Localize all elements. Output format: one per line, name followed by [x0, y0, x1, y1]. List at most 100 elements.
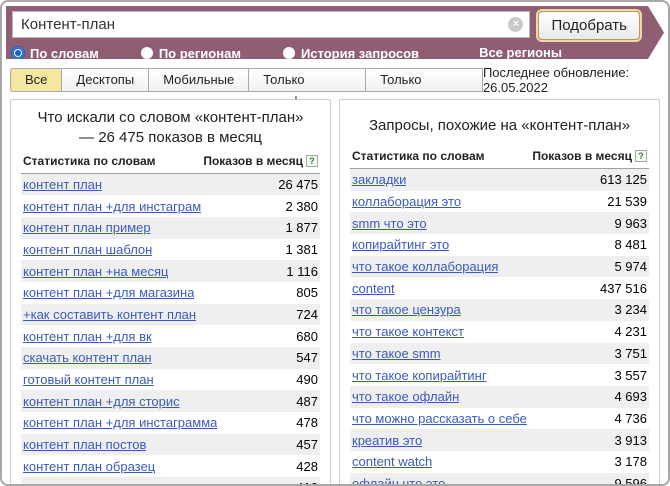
query-link[interactable]: контент план +для инстаграм: [23, 199, 201, 214]
query-link[interactable]: контент план +для магазина: [23, 285, 194, 300]
query-link[interactable]: закладки: [352, 172, 406, 187]
query-link[interactable]: скачать контент план: [23, 350, 152, 365]
impressions-value: 3 751: [606, 346, 647, 361]
impressions-value: 457: [288, 437, 318, 452]
search-input[interactable]: [12, 11, 530, 38]
query-link[interactable]: что такое цензура: [352, 302, 461, 317]
radio-selected-icon: [12, 47, 24, 59]
impressions-value: 5 974: [606, 259, 647, 274]
query-link[interactable]: smm что это: [352, 216, 427, 231]
table-row: smm что это 9 963: [350, 212, 649, 234]
query-link[interactable]: коллаборация это: [352, 194, 461, 209]
mode-by-regions[interactable]: По регионам: [141, 46, 241, 61]
search-input-wrap: ×: [12, 11, 530, 40]
impressions-value: 428: [288, 459, 318, 474]
query-link[interactable]: контент план пример: [23, 220, 151, 235]
device-tabs: Все Десктопы Мобильные Только телефоны Т…: [10, 67, 660, 92]
query-link[interactable]: контент план +для вк: [23, 329, 152, 344]
table-row: контент план шаблон 1 381: [21, 239, 320, 261]
impressions-value: 8 481: [606, 237, 647, 252]
impressions-value: 3 234: [606, 302, 647, 317]
table-row: контент план образец 428: [21, 455, 320, 477]
query-link[interactable]: контент план постов: [23, 437, 146, 452]
query-link[interactable]: что такое коллаборация: [352, 259, 498, 274]
help-icon[interactable]: ?: [306, 155, 318, 167]
right-column-headers: Статистика по словам Показов в месяц ?: [350, 146, 649, 169]
query-link[interactable]: офлайн что это: [352, 476, 445, 486]
table-row: контент план +для инстаграмма 478: [21, 412, 320, 434]
table-row: что такое коллаборация 5 974: [350, 256, 649, 278]
query-link[interactable]: готовый контент план: [23, 372, 154, 387]
impressions-value: 3 557: [606, 368, 647, 383]
mode-by-words[interactable]: По словам: [12, 46, 99, 61]
impressions-value: 805: [288, 285, 318, 300]
table-row: контент план салона 410: [21, 477, 320, 486]
impressions-value: 478: [288, 415, 318, 430]
col-impressions-header: Показов в месяц: [532, 149, 632, 163]
query-link[interactable]: content watch: [352, 454, 432, 469]
query-link[interactable]: контент план: [23, 177, 102, 192]
table-row: что такое контекст 4 231: [350, 321, 649, 343]
table-row: content 437 516: [350, 277, 649, 299]
impressions-value: 724: [288, 307, 318, 322]
table-row: контент план +для инстаграм 2 380: [21, 195, 320, 217]
tab-phones-only[interactable]: Только телефоны: [248, 68, 366, 92]
col-query-header: Статистика по словам: [352, 149, 485, 163]
left-table: контент план 26 475 контент план +для ин…: [21, 174, 320, 486]
last-update-label: Последнее обновление: 26.05.2022: [483, 65, 660, 95]
query-link[interactable]: контент план +для сторис: [23, 394, 180, 409]
impressions-value: 613 125: [592, 172, 647, 187]
table-row: копирайтинг это 8 481: [350, 234, 649, 256]
tab-all[interactable]: Все: [10, 68, 62, 92]
impressions-value: 2 380: [277, 199, 318, 214]
table-row: закладки 613 125: [350, 169, 649, 191]
tab-mobile[interactable]: Мобильные: [148, 68, 249, 92]
mode-label: По регионам: [159, 46, 241, 61]
impressions-value: 547: [288, 350, 318, 365]
tab-tablets-only[interactable]: Только планшеты: [365, 68, 483, 92]
impressions-value: 9 596: [606, 476, 647, 486]
query-link[interactable]: креатив это: [352, 433, 422, 448]
query-link[interactable]: что можно рассказать о себе: [352, 411, 527, 426]
table-row: контент план +для сторис 487: [21, 390, 320, 412]
table-row: контент план 26 475: [21, 174, 320, 196]
right-panel-title: Запросы, похожие на «контент-план»: [350, 106, 649, 146]
right-table: закладки 613 125 коллаборация это 21 539…: [350, 169, 649, 486]
mode-query-history[interactable]: История запросов: [283, 46, 419, 61]
impressions-value: 487: [288, 394, 318, 409]
help-icon[interactable]: ?: [635, 150, 647, 162]
query-link[interactable]: контент план шаблон: [23, 242, 152, 257]
query-link[interactable]: content: [352, 281, 395, 296]
submit-button[interactable]: Подобрать: [538, 11, 640, 40]
table-row: что такое офлайн 4 693: [350, 386, 649, 408]
left-panel-title: Что искали со словом «контент-план» — 26…: [21, 106, 320, 151]
table-row: готовый контент план 490: [21, 369, 320, 391]
query-link[interactable]: что такое офлайн: [352, 389, 459, 404]
query-link[interactable]: что такое smm: [352, 346, 441, 361]
table-row: коллаборация это 21 539: [350, 191, 649, 213]
table-row: контент план постов 457: [21, 434, 320, 456]
query-link[interactable]: контент план +для инстаграмма: [23, 415, 217, 430]
col-query-header: Статистика по словам: [23, 154, 156, 168]
query-link[interactable]: контент план салона: [23, 480, 149, 486]
query-link[interactable]: +как составить контент план: [23, 307, 196, 322]
query-link[interactable]: что такое контекст: [352, 324, 464, 339]
impressions-value: 437 516: [592, 281, 647, 296]
query-link[interactable]: контент план образец: [23, 459, 155, 474]
impressions-value: 1 877: [277, 220, 318, 235]
impressions-value: 9 963: [606, 216, 647, 231]
mode-label: По словам: [30, 46, 99, 61]
search-bar: × Подобрать По словам По регионам Истори…: [6, 6, 664, 59]
table-row: что можно рассказать о себе 4 736: [350, 408, 649, 430]
left-panel-search-stats: Что искали со словом «контент-план» — 26…: [10, 99, 331, 486]
left-column-headers: Статистика по словам Показов в месяц ?: [21, 151, 320, 174]
table-row: контент план пример 1 877: [21, 217, 320, 239]
impressions-value: 3 913: [606, 433, 647, 448]
tab-desktops[interactable]: Десктопы: [61, 68, 149, 92]
table-row: что такое копирайтинг 3 557: [350, 364, 649, 386]
region-selector-link[interactable]: Все регионы: [479, 45, 562, 61]
query-link[interactable]: копирайтинг это: [352, 237, 449, 252]
query-link[interactable]: контент план +на месяц: [23, 264, 168, 279]
query-link[interactable]: что такое копирайтинг: [352, 368, 487, 383]
table-row: контент план +для магазина 805: [21, 282, 320, 304]
